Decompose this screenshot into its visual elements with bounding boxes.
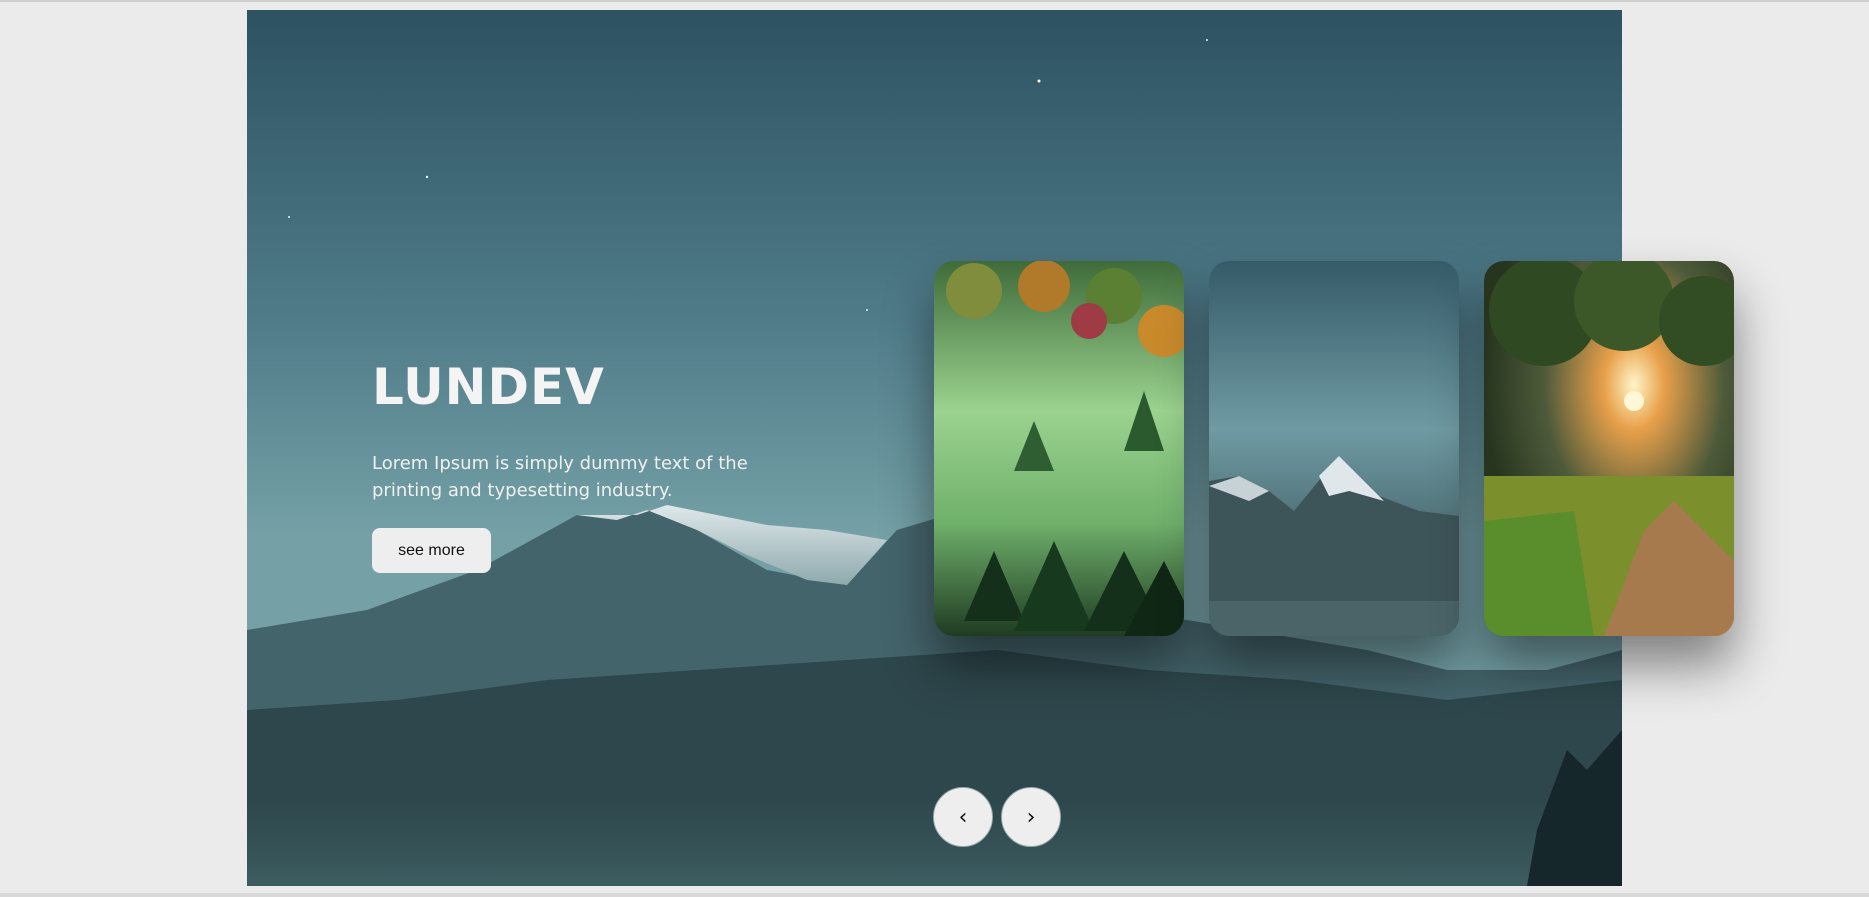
page-top-border bbox=[0, 0, 1869, 2]
thumbnail-card-forest[interactable] bbox=[934, 261, 1184, 636]
hero-content: LUNDEV Lorem Ipsum is simply dummy text … bbox=[372, 350, 792, 573]
hero-description: Lorem Ipsum is simply dummy text of the … bbox=[372, 453, 748, 501]
prev-button[interactable]: ‹ bbox=[933, 787, 993, 847]
forest-image bbox=[934, 261, 1184, 636]
thumbnail-card-road[interactable] bbox=[1484, 261, 1734, 636]
page-bottom-border bbox=[0, 893, 1869, 897]
carousel-navigation: ‹ › bbox=[933, 787, 1061, 847]
thumbnail-card-mountain[interactable] bbox=[1209, 261, 1459, 636]
hero-title: LUNDEV bbox=[372, 358, 605, 416]
chevron-left-icon: ‹ bbox=[958, 804, 968, 830]
next-button[interactable]: › bbox=[1001, 787, 1061, 847]
road-image bbox=[1484, 261, 1734, 636]
mountain-image bbox=[1209, 261, 1459, 636]
chevron-right-icon: › bbox=[1026, 804, 1036, 830]
see-more-button[interactable]: see more bbox=[372, 528, 491, 573]
carousel-slider: LUNDEV Lorem Ipsum is simply dummy text … bbox=[247, 10, 1734, 886]
